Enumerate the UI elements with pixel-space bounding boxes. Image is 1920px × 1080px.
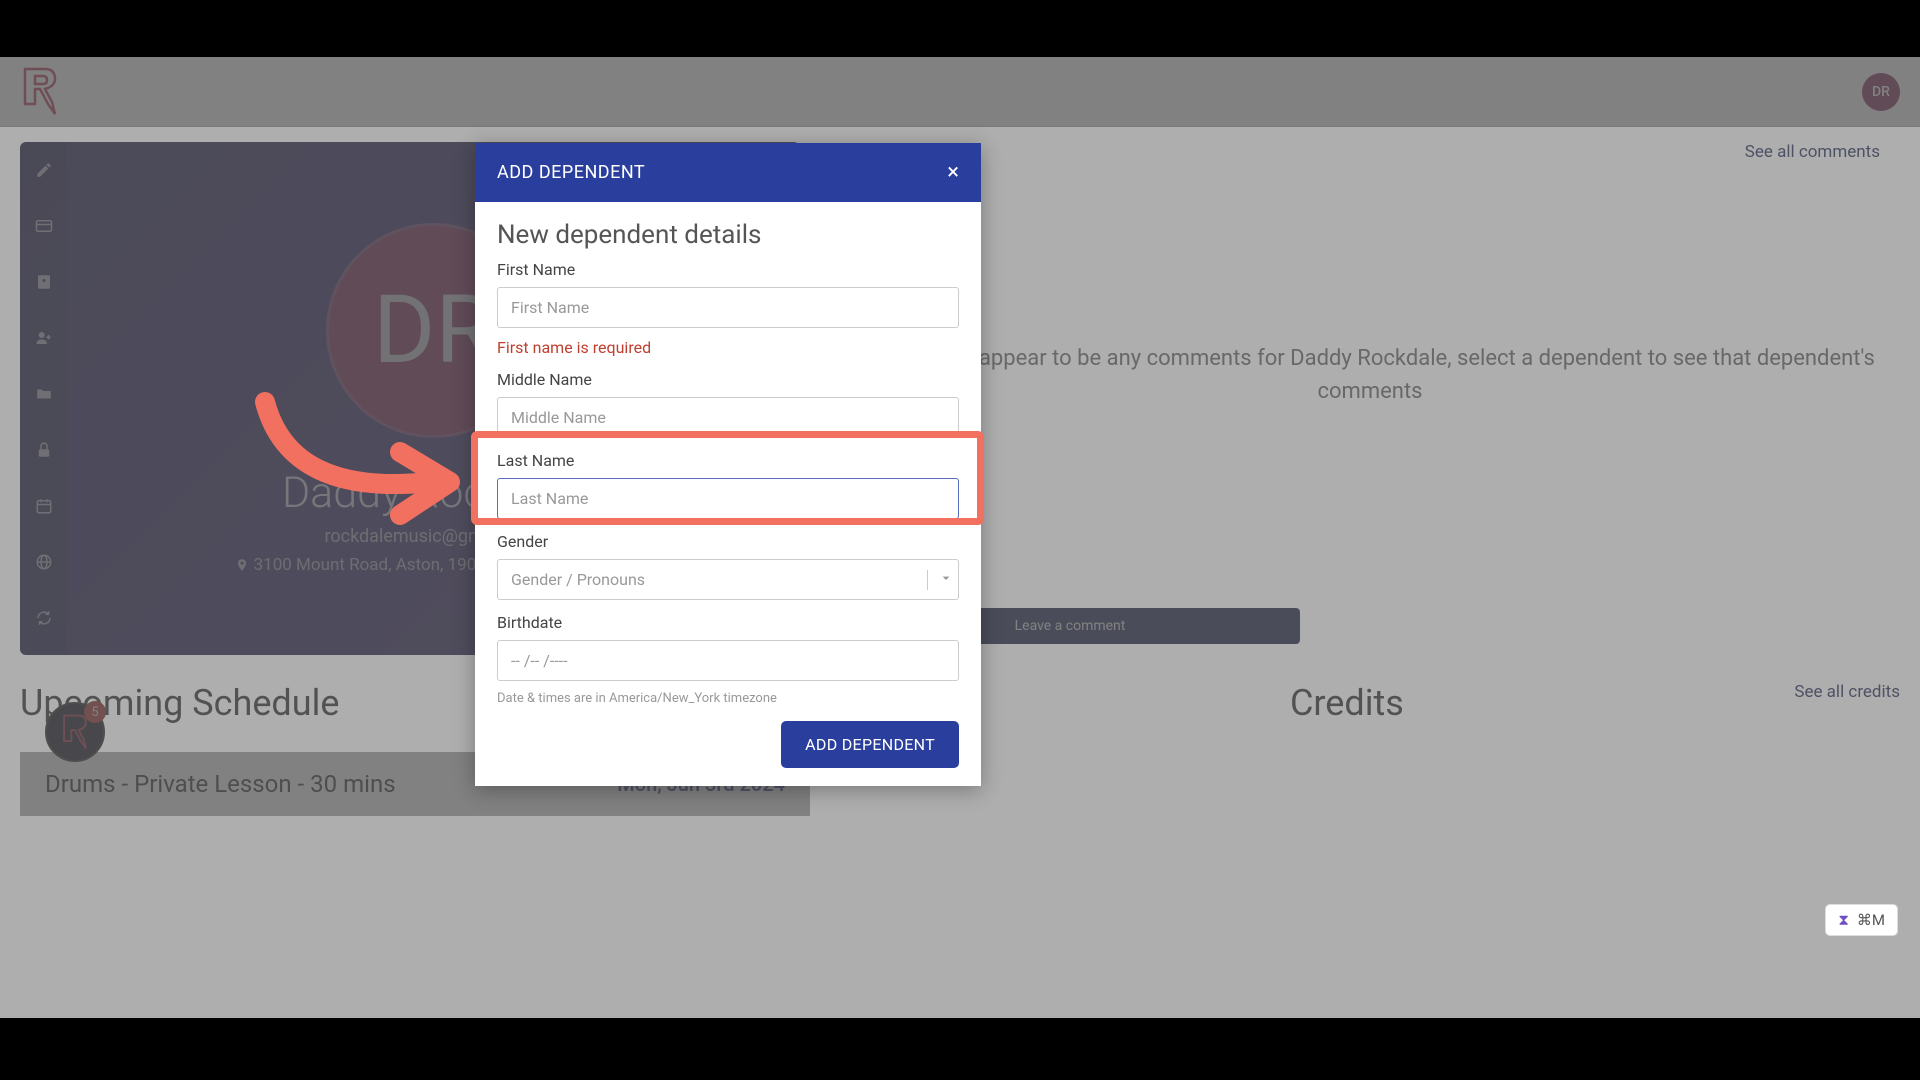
calendar-icon[interactable]: [34, 496, 54, 516]
contact-icon[interactable]: [34, 272, 54, 292]
app-container: DR DR Daddy Rockdale rockdalemus: [0, 57, 1920, 1018]
form-heading: New dependent details: [497, 220, 959, 250]
birthdate-label: Birthdate: [497, 613, 959, 632]
first-name-input[interactable]: [497, 287, 959, 328]
add-dependent-modal: ADD DEPENDENT × New dependent details Fi…: [475, 143, 981, 786]
folder-icon[interactable]: [34, 384, 54, 404]
first-name-label: First Name: [497, 260, 959, 279]
card-icon[interactable]: [34, 216, 54, 236]
logo-icon: [20, 64, 60, 119]
notification-badge[interactable]: 5: [45, 702, 105, 762]
last-name-input[interactable]: [497, 478, 959, 519]
modal-header: ADD DEPENDENT ×: [475, 143, 981, 202]
last-name-label: Last Name: [497, 451, 959, 470]
middle-name-label: Middle Name: [497, 370, 959, 389]
comments-empty-text: There don't appear to be any comments fo…: [840, 342, 1900, 408]
keyboard-shortcut-hint[interactable]: ⧗ ⌘M: [1825, 904, 1898, 936]
location-pin-icon: [235, 558, 249, 572]
modal-footer: ADD DEPENDENT: [475, 721, 981, 786]
header-avatar[interactable]: DR: [1862, 73, 1900, 111]
globe-icon[interactable]: [34, 552, 54, 572]
add-dependent-button[interactable]: ADD DEPENDENT: [781, 721, 959, 768]
comments-panel: See all comments There don't appear to b…: [820, 142, 1900, 1003]
tz-hint: Date & times are in America/New_York tim…: [497, 691, 959, 706]
middle-name-input[interactable]: [497, 397, 959, 438]
modal-body: New dependent details First Name First n…: [475, 202, 981, 721]
hourglass-icon: ⧗: [1838, 911, 1849, 929]
edit-icon[interactable]: [34, 160, 54, 180]
modal-title: ADD DEPENDENT: [497, 162, 645, 183]
see-all-comments-link[interactable]: See all comments: [1745, 142, 1880, 162]
birthdate-input[interactable]: [497, 640, 959, 681]
header-bar: DR: [0, 57, 1920, 127]
gender-select[interactable]: [497, 559, 959, 600]
letterbox-top: [0, 0, 1920, 57]
lesson-title: Drums - Private Lesson - 30 mins: [45, 770, 396, 798]
modal-close-button[interactable]: ×: [947, 160, 959, 185]
logo[interactable]: [20, 64, 60, 119]
letterbox-bottom: [0, 1018, 1920, 1080]
add-user-icon[interactable]: [34, 328, 54, 348]
credits-section: Credits See all credits: [1290, 682, 1900, 724]
notification-count: 5: [84, 701, 106, 723]
gender-label: Gender: [497, 532, 959, 551]
header-avatar-initials: DR: [1872, 84, 1890, 100]
first-name-error: First name is required: [497, 338, 959, 357]
refresh-icon[interactable]: [34, 608, 54, 628]
shortcut-text: ⌘M: [1857, 911, 1885, 929]
see-all-credits-link[interactable]: See all credits: [1794, 682, 1900, 702]
lock-icon[interactable]: [34, 440, 54, 460]
gender-select-wrapper: [497, 559, 959, 600]
sidebar-icon-strip: [20, 142, 67, 655]
